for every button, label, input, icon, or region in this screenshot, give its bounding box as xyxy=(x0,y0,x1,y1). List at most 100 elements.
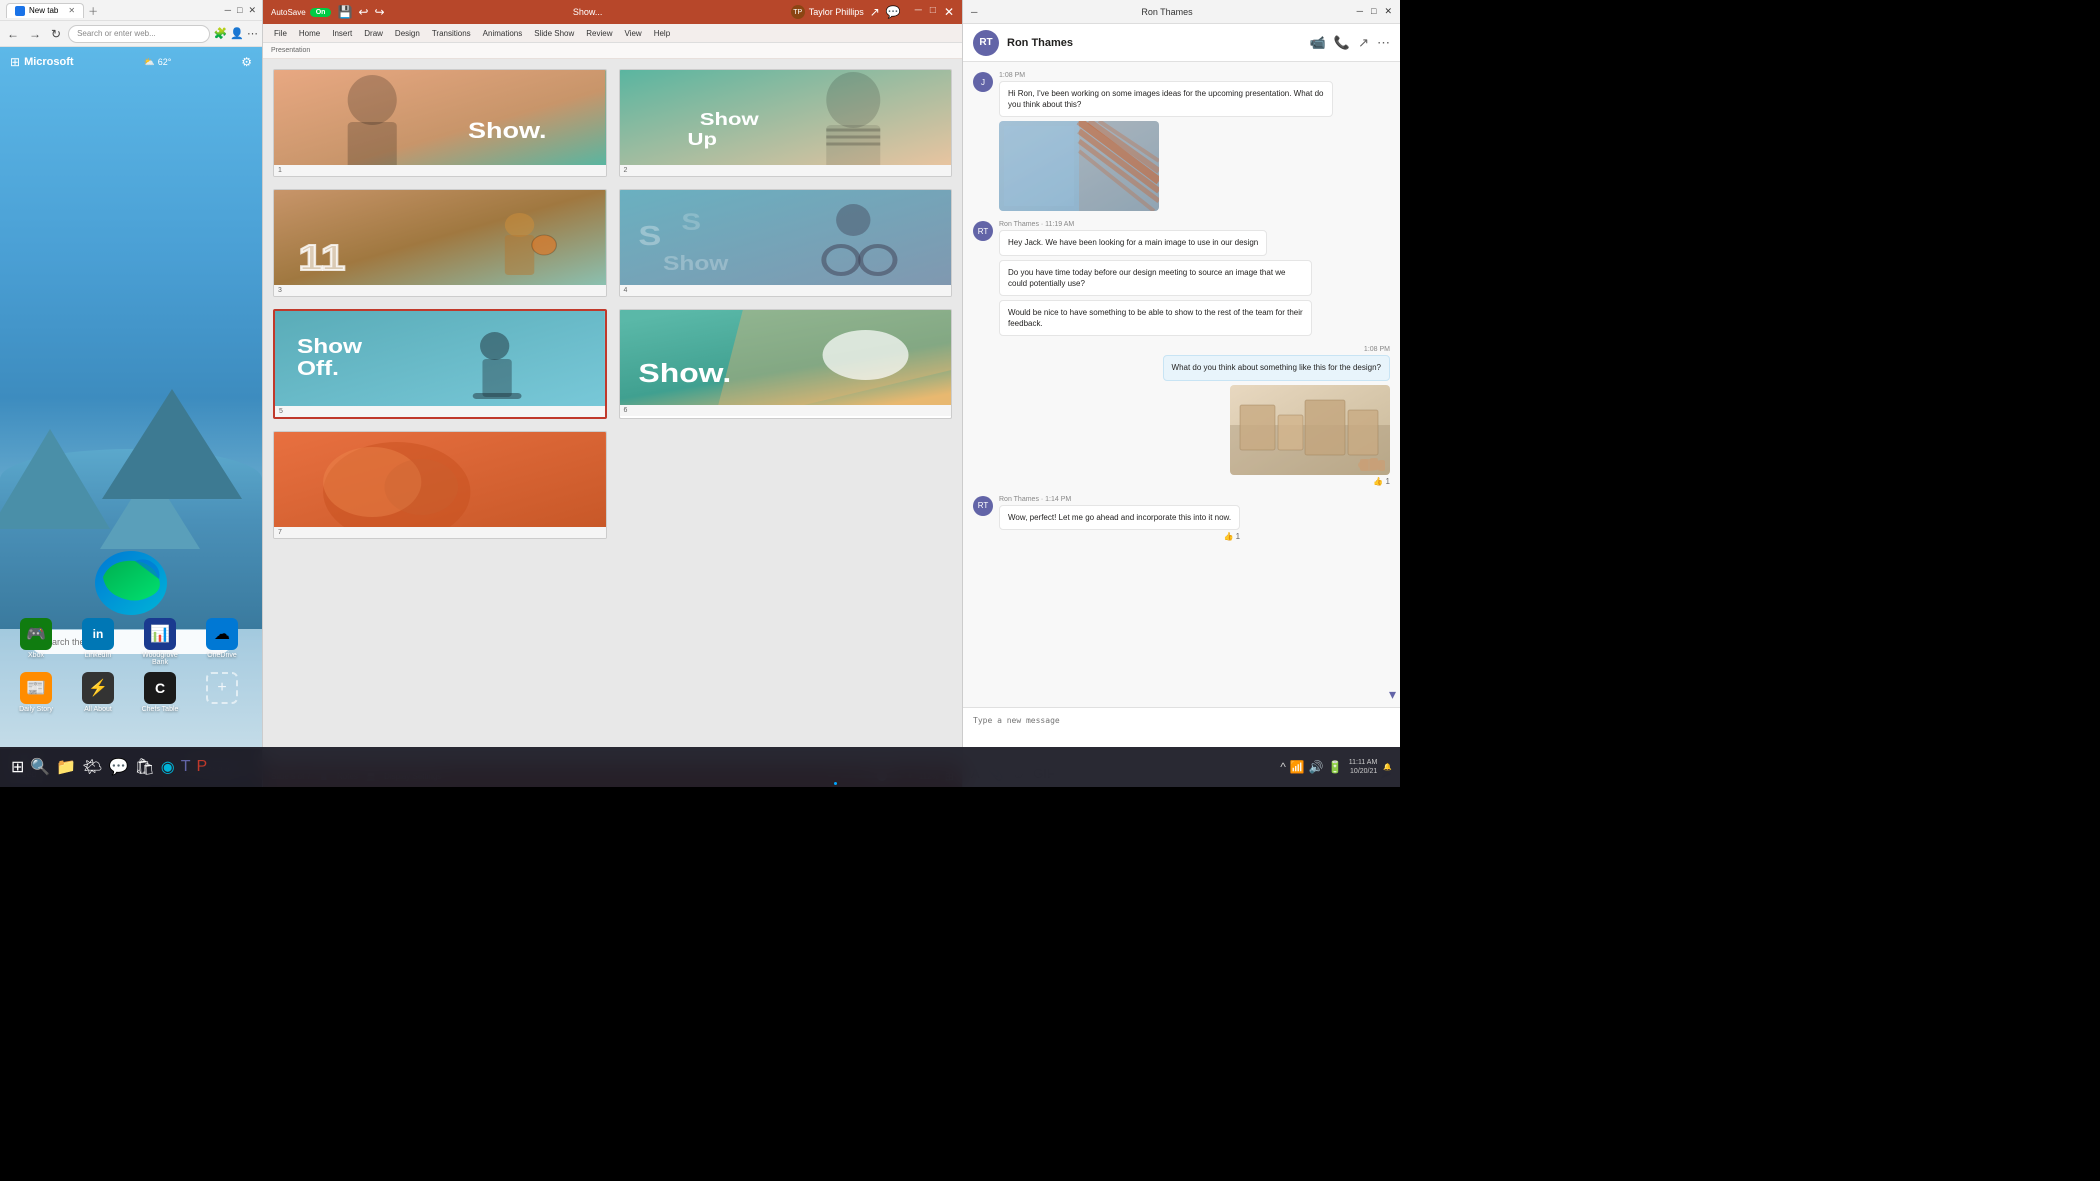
back-button[interactable]: ← xyxy=(4,25,22,43)
add-app-button[interactable]: + xyxy=(206,672,238,704)
slide-1-image: Show. xyxy=(274,70,606,165)
menu-draw[interactable]: Draw xyxy=(359,27,388,40)
ppt-menu-bar: File Home Insert Draw Design Transitions… xyxy=(263,24,962,42)
volume-icon[interactable]: 🔊 xyxy=(1309,760,1324,774)
chevron-icon[interactable]: ^ xyxy=(1280,760,1286,774)
slide-1[interactable]: Show. 1 xyxy=(273,69,607,177)
app-icon-add[interactable]: + xyxy=(201,672,243,713)
menu-file[interactable]: File xyxy=(269,27,292,40)
settings-icon[interactable]: ⚙ xyxy=(241,55,252,69)
notifications-icon[interactable]: 🔔 xyxy=(1383,763,1392,771)
app-icon-allabout[interactable]: ⚡ All About xyxy=(77,672,119,713)
battery-icon[interactable]: 🔋 xyxy=(1328,760,1343,774)
taskbar-powerpoint[interactable]: P xyxy=(197,758,208,776)
msg-2-bubble-2: Do you have time today before our design… xyxy=(999,260,1312,296)
menu-animations[interactable]: Animations xyxy=(478,27,528,40)
taskbar-clock[interactable]: 11:11 AM 10/20/21 xyxy=(1349,758,1378,776)
ppt-main-area: Show. 1 xyxy=(263,59,962,765)
app-icon-woodgrove[interactable]: 📊 Woodgrove Bank xyxy=(139,618,181,666)
msg-1-avatar: J xyxy=(973,72,993,92)
powerpoint-window: AutoSave On 💾 ↩ ↪ Show... TP Taylor Phil… xyxy=(263,0,963,787)
xbox-icon: 🎮 xyxy=(20,618,52,650)
msg-4-content: Ron Thames · 1:14 PM Wow, perfect! Let m… xyxy=(999,496,1240,541)
more-options-icon[interactable]: ⋯ xyxy=(1377,35,1390,51)
browser-tab[interactable]: New tab ✕ xyxy=(6,3,84,18)
comments-icon[interactable]: 💬 xyxy=(886,5,901,19)
menu-review[interactable]: Review xyxy=(581,27,617,40)
app-icon-onedrive[interactable]: ☁ OneDrive xyxy=(201,618,243,666)
menu-help[interactable]: Help xyxy=(649,27,675,40)
close-button[interactable]: ✕ xyxy=(248,5,256,16)
slide-5[interactable]: Show Off. 5 xyxy=(273,309,607,419)
chat-close-btn[interactable]: ✕ xyxy=(1384,6,1392,17)
message-3: 1:08 PM What do you think about somethin… xyxy=(973,346,1390,485)
chat-max-btn[interactable]: □ xyxy=(1371,6,1376,17)
taskbar-file-explorer[interactable]: 📁 xyxy=(56,757,76,777)
ppt-user-info: TP Taylor Phillips xyxy=(791,5,864,19)
menu-home[interactable]: Home xyxy=(294,27,325,40)
svg-text:Off.: Off. xyxy=(297,357,339,379)
browser-titlebar: New tab ✕ ＋ ─ □ ✕ xyxy=(0,0,262,21)
slide-6[interactable]: Show. 6 xyxy=(619,309,953,419)
menu-transitions[interactable]: Transitions xyxy=(427,27,476,40)
menu-insert[interactable]: Insert xyxy=(327,27,357,40)
more-options-icon[interactable]: ⋯ xyxy=(247,27,258,40)
app-icon-xbox[interactable]: 🎮 Xbox xyxy=(15,618,57,666)
taskbar-teams[interactable]: T xyxy=(181,758,191,776)
ppt-maximize-button[interactable]: □ xyxy=(930,5,936,19)
msg-3-meta: 1:08 PM xyxy=(1364,346,1390,353)
minimize-button[interactable]: ─ xyxy=(225,5,231,16)
taskbar-store[interactable]: 🛍 xyxy=(134,757,154,777)
slide-2[interactable]: Show Up 2 xyxy=(619,69,953,177)
menu-view[interactable]: View xyxy=(620,27,647,40)
app-icon-linkedin[interactable]: in LinkedIn xyxy=(77,618,119,666)
network-icon[interactable]: 📶 xyxy=(1290,760,1305,774)
share-screen-icon[interactable]: ↗ xyxy=(1358,35,1369,51)
tab-close-button[interactable]: ✕ xyxy=(68,6,75,15)
ppt-minimize-button[interactable]: ─ xyxy=(915,5,922,19)
search-taskbar-button[interactable]: 🔍 xyxy=(30,757,50,777)
waffle-icon[interactable]: ⊞ xyxy=(10,55,20,69)
redo-icon[interactable]: ↪ xyxy=(374,5,384,19)
slide-4[interactable]: S S Show 4 xyxy=(619,189,953,297)
linkedin-icon: in xyxy=(82,618,114,650)
share-icon[interactable]: ↗ xyxy=(870,5,880,19)
save-icon[interactable]: 💾 xyxy=(337,5,352,19)
ppt-close-button[interactable]: ✕ xyxy=(944,5,954,19)
extensions-icon[interactable]: 🧩 xyxy=(214,27,228,40)
slide-number-1: 1 xyxy=(274,165,606,176)
maximize-button[interactable]: □ xyxy=(237,5,242,16)
chat-contact-name: Ron Thames xyxy=(1007,37,1302,49)
msg-3-image xyxy=(1230,385,1390,475)
taskbar-chat[interactable]: 💬 xyxy=(109,757,129,777)
audio-call-icon[interactable]: 📞 xyxy=(1334,35,1350,51)
refresh-button[interactable]: ↻ xyxy=(48,25,64,43)
start-button[interactable]: ⊞ xyxy=(11,757,24,777)
app-icon-dailystory[interactable]: 📰 Daily Story xyxy=(15,672,57,713)
chat-min-btn[interactable]: ─ xyxy=(1357,6,1363,17)
message-4: RT Ron Thames · 1:14 PM Wow, perfect! Le… xyxy=(973,496,1390,541)
slide-4-image: S S Show xyxy=(620,190,952,285)
scroll-down-button[interactable]: ▾ xyxy=(1389,686,1396,703)
slide-7[interactable]: 7 xyxy=(273,431,607,539)
menu-design[interactable]: Design xyxy=(390,27,425,40)
msg-2-avatar: RT xyxy=(973,221,993,241)
app-icon-chefstable[interactable]: C Chefs Table xyxy=(139,672,181,713)
autosave-toggle[interactable]: On xyxy=(310,8,332,17)
menu-slideshow[interactable]: Slide Show xyxy=(529,27,579,40)
forward-button[interactable]: → xyxy=(26,25,44,43)
undo-icon[interactable]: ↩ xyxy=(358,5,368,19)
taskbar-edge[interactable]: ◉ xyxy=(161,757,175,777)
profile-icon[interactable]: 👤 xyxy=(230,27,244,40)
taskbar-time: 11:11 AM xyxy=(1349,758,1378,767)
app-grid: 🎮 Xbox in LinkedIn 📊 Woodgrove Bank ☁ On… xyxy=(0,618,262,719)
svg-text:11: 11 xyxy=(299,238,346,278)
taskbar-widgets[interactable]: 🌤 xyxy=(82,757,102,777)
new-tab-button[interactable]: ＋ xyxy=(84,1,102,20)
chat-header-actions: 📹 📞 ↗ ⋯ xyxy=(1310,35,1390,51)
slide-3[interactable]: 11 3 xyxy=(273,189,607,297)
address-bar[interactable]: Search or enter web... xyxy=(68,25,210,43)
video-call-icon[interactable]: 📹 xyxy=(1310,35,1326,51)
msg-2-content: Ron Thames · 11:19 AM Hey Jack. We have … xyxy=(999,221,1267,255)
address-text: Search or enter web... xyxy=(77,29,156,38)
